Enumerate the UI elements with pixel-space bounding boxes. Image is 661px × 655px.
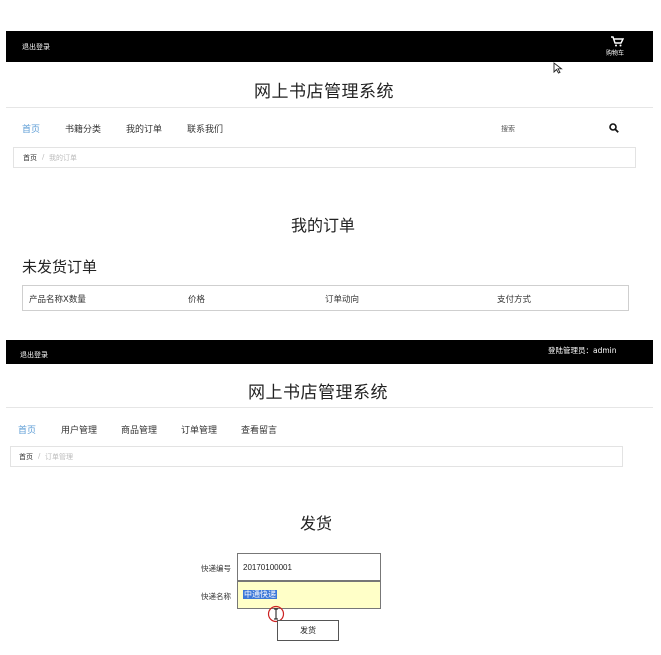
admin-header-divider [6,407,653,408]
admin-nav-home[interactable]: 首页 [18,423,36,436]
front-breadcrumb-current: 我的订单 [49,154,77,162]
mouse-pointer-icon [553,62,563,74]
admin-user-info: 登陆管理员：admin [548,346,617,355]
front-breadcrumb-home[interactable]: 首页 [23,153,37,163]
front-top-bar [6,31,653,62]
front-nav-home[interactable]: 首页 [22,122,40,135]
courier-name-value: 中通快递 [243,590,277,599]
orders-table: 产品名称X数量 价格 订单动向 支付方式 [22,285,629,311]
cart-button[interactable]: 购物车 [603,35,631,59]
front-site-title: 网上书店管理系统 [254,82,394,102]
table-header-payment: 支付方式 [497,295,532,305]
courier-name-label: 快递名称 [201,592,231,601]
cart-icon [611,36,624,47]
front-header-divider [6,107,653,108]
front-nav-contact[interactable]: 联系我们 [187,122,223,135]
admin-nav-view-messages[interactable]: 查看留言 [241,423,277,436]
table-header-order-status: 订单动向 [325,295,360,305]
tracking-number-input[interactable] [237,553,381,581]
admin-breadcrumb-home[interactable]: 首页 [19,452,33,462]
front-breadcrumb: 首页 / 我的订单 [13,147,636,168]
admin-breadcrumb-current: 订单管理 [45,453,73,461]
admin-breadcrumb-separator: / [38,452,41,460]
admin-breadcrumb: 首页 / 订单管理 [10,446,623,467]
front-page-heading: 我的订单 [291,216,356,235]
admin-nav-product-management[interactable]: 商品管理 [121,423,157,436]
unshipped-orders-heading: 未发货订单 [22,258,98,276]
table-header-product: 产品名称X数量 [29,295,86,305]
admin-nav-user-management[interactable]: 用户管理 [61,423,97,436]
front-nav-book-categories[interactable]: 书籍分类 [65,122,101,135]
ship-form-heading: 发货 [300,514,333,533]
front-breadcrumb-separator: / [42,153,45,161]
cart-label: 购物车 [606,50,625,57]
admin-logout-link[interactable]: 退出登录 [20,350,48,360]
front-search-input[interactable]: 搜索 [501,124,515,134]
admin-nav-order-management[interactable]: 订单管理 [181,423,217,436]
front-nav-my-orders[interactable]: 我的订单 [126,122,162,135]
courier-name-input[interactable]: 中通快递 [237,581,381,609]
table-header-price: 价格 [188,295,206,305]
search-icon[interactable] [609,123,619,133]
front-logout-link[interactable]: 退出登录 [22,42,50,52]
tracking-number-label: 快递编号 [201,564,231,573]
ship-button[interactable]: 发货 [277,620,339,641]
admin-site-title: 网上书店管理系统 [248,383,388,403]
